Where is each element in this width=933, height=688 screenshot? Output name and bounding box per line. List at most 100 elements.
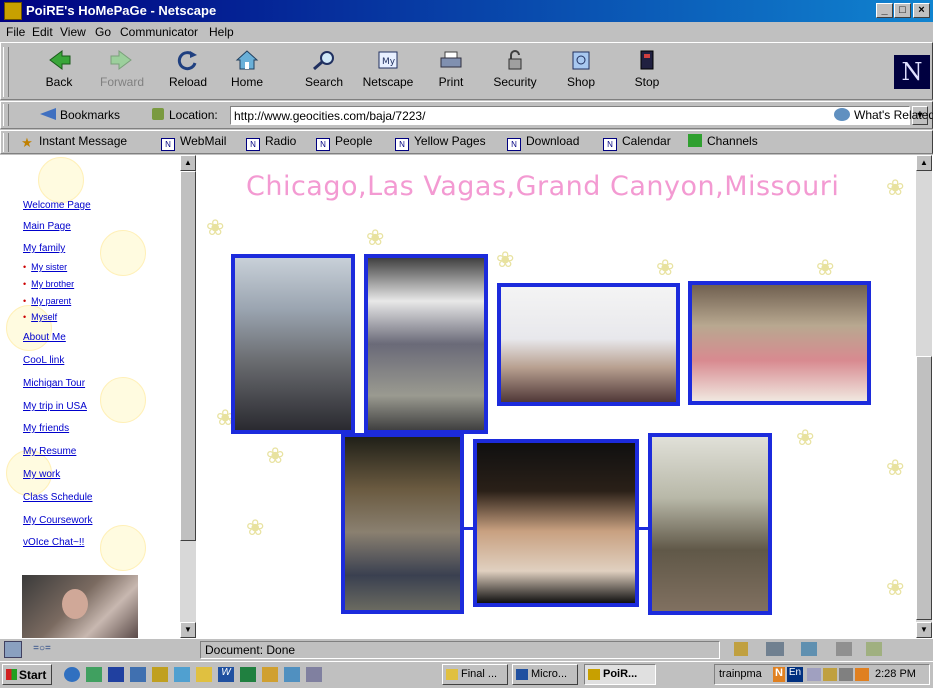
quick-launch-icon[interactable]: [108, 667, 124, 682]
main-scroll-thumb[interactable]: [916, 356, 932, 620]
nav-link-my-trip-in-usa[interactable]: My trip in USA: [23, 401, 87, 412]
location-grip[interactable]: [3, 104, 9, 126]
reload-button[interactable]: Reload: [158, 47, 218, 99]
composer-icon[interactable]: [866, 642, 882, 656]
nav-link-welcome-page[interactable]: Welcome Page: [23, 200, 91, 211]
print-button[interactable]: Print: [421, 47, 481, 99]
menu-file[interactable]: File: [6, 25, 25, 39]
webmail-button[interactable]: N WebMail: [161, 134, 226, 151]
status-text: Document: Done: [200, 641, 720, 659]
connection-status-icon[interactable]: =○=: [24, 641, 60, 658]
nav-link-class-schedule[interactable]: Class Schedule: [23, 492, 92, 503]
main-scroll-up-button[interactable]: ▲: [916, 155, 932, 171]
forward-button[interactable]: Forward: [92, 47, 152, 99]
quick-launch-icon[interactable]: [86, 667, 102, 682]
tray-icon[interactable]: [807, 668, 821, 681]
navigator-icon[interactable]: [734, 642, 748, 656]
nav-link-my-friends[interactable]: My friends: [23, 423, 69, 434]
close-button[interactable]: ×: [913, 3, 930, 18]
bookmarks-button[interactable]: Bookmarks: [40, 108, 120, 122]
nav-link-my-resume[interactable]: My Resume: [23, 446, 76, 457]
main-scroll-down-button[interactable]: ▼: [916, 622, 932, 638]
tray-n-icon[interactable]: N: [773, 667, 785, 682]
maximize-button[interactable]: □: [894, 3, 911, 18]
language-indicator[interactable]: En: [787, 667, 803, 682]
internet-explorer-icon[interactable]: [64, 667, 80, 682]
netscape-logo[interactable]: N: [894, 55, 930, 89]
menu-go[interactable]: Go: [95, 25, 111, 39]
nav-link-about-me[interactable]: About Me: [23, 332, 66, 343]
nav-link-my-sister[interactable]: My sister: [23, 262, 67, 272]
home-button[interactable]: Home: [217, 47, 277, 99]
quick-launch-icon[interactable]: [130, 667, 146, 682]
nav-link-myself[interactable]: Myself: [23, 312, 57, 322]
nav-link-main-page[interactable]: Main Page: [23, 221, 71, 232]
people-button[interactable]: N People: [316, 134, 372, 151]
start-button[interactable]: Start: [2, 664, 52, 685]
bookmark-page-icon: N: [507, 138, 521, 151]
menu-communicator[interactable]: Communicator: [120, 25, 198, 39]
location-input[interactable]: http://www.geocities.com/baja/7223/: [230, 106, 910, 125]
instant-message-button[interactable]: ★ Instant Message: [20, 134, 127, 150]
clock[interactable]: 2:28 PM: [875, 668, 916, 680]
stop-button[interactable]: Stop: [617, 47, 677, 99]
security-button[interactable]: Security: [485, 47, 545, 99]
instant-message-icon: ★: [21, 135, 33, 150]
netscape-app-icon[interactable]: [4, 2, 22, 20]
task-final[interactable]: Final ...: [442, 664, 508, 685]
folder-icon: [446, 669, 458, 680]
quick-launch-icon[interactable]: [152, 667, 168, 682]
search-button[interactable]: Search: [294, 47, 354, 99]
address-book-icon[interactable]: [836, 642, 852, 656]
nav-link-my-work[interactable]: My work: [23, 469, 60, 480]
scroll-thumb[interactable]: [180, 171, 196, 541]
menu-view[interactable]: View: [60, 25, 86, 39]
security-status-icon[interactable]: [4, 641, 22, 658]
menu-help[interactable]: Help: [209, 25, 234, 39]
nav-link-my-coursework[interactable]: My Coursework: [23, 515, 92, 526]
personal-toolbar-grip[interactable]: [3, 133, 9, 152]
whats-related-button[interactable]: What's Related: [834, 108, 933, 122]
nav-link-my-brother[interactable]: My brother: [23, 279, 74, 289]
volume-icon[interactable]: [839, 668, 853, 681]
page-proxy-icon[interactable]: [152, 108, 164, 120]
forward-arrow-icon: [110, 50, 132, 70]
discussions-icon[interactable]: [801, 642, 817, 656]
tray-icon[interactable]: [823, 668, 837, 681]
quick-launch-icon[interactable]: [174, 667, 190, 682]
minimize-button[interactable]: _: [876, 3, 893, 18]
channels-button[interactable]: Channels: [688, 134, 758, 148]
quick-launch-icon[interactable]: [284, 667, 300, 682]
tray-user[interactable]: trainpma: [719, 668, 762, 680]
excel-icon[interactable]: [240, 667, 256, 682]
nav-link-my-family[interactable]: My family: [23, 243, 65, 254]
calendar-button[interactable]: N Calendar: [603, 134, 671, 151]
nav-link-cool-link[interactable]: CooL link: [23, 355, 64, 366]
netscape-button[interactable]: My Netscape: [358, 47, 418, 99]
nav-link-michigan-tour[interactable]: Michigan Tour: [23, 378, 85, 389]
photo-chicago-buildings: [231, 254, 355, 434]
download-button[interactable]: N Download: [507, 134, 579, 151]
nav-link-voice-chat[interactable]: vOIce Chat~!!: [23, 537, 84, 548]
nav-link-my-parent[interactable]: My parent: [23, 296, 71, 306]
flower-decoration: ❀: [886, 455, 905, 480]
toolbar-grip[interactable]: [3, 47, 9, 97]
word-icon[interactable]: W: [218, 667, 234, 682]
netscape-icon: [588, 669, 600, 680]
mail-icon[interactable]: [766, 642, 784, 656]
scroll-up-button[interactable]: ▲: [180, 155, 196, 171]
tray-icon[interactable]: [855, 668, 869, 681]
radio-button[interactable]: N Radio: [246, 134, 296, 151]
title-bar[interactable]: PoiRE's HoMePaGe - Netscape _ □ ×: [0, 0, 933, 22]
task-poire-netscape[interactable]: PoiR...: [584, 664, 656, 685]
shop-button[interactable]: Shop: [551, 47, 611, 99]
scroll-down-button[interactable]: ▼: [180, 622, 196, 638]
left-nav-frame: Welcome Page Main Page My family My sist…: [0, 155, 180, 638]
back-button[interactable]: Back: [29, 47, 89, 99]
quick-launch-icon[interactable]: [262, 667, 278, 682]
quick-launch-icon[interactable]: [306, 667, 322, 682]
menu-edit[interactable]: Edit: [32, 25, 53, 39]
task-microsoft-word[interactable]: Micro...: [512, 664, 578, 685]
quick-launch-icon[interactable]: [196, 667, 212, 682]
yellow-pages-button[interactable]: N Yellow Pages: [395, 134, 486, 151]
